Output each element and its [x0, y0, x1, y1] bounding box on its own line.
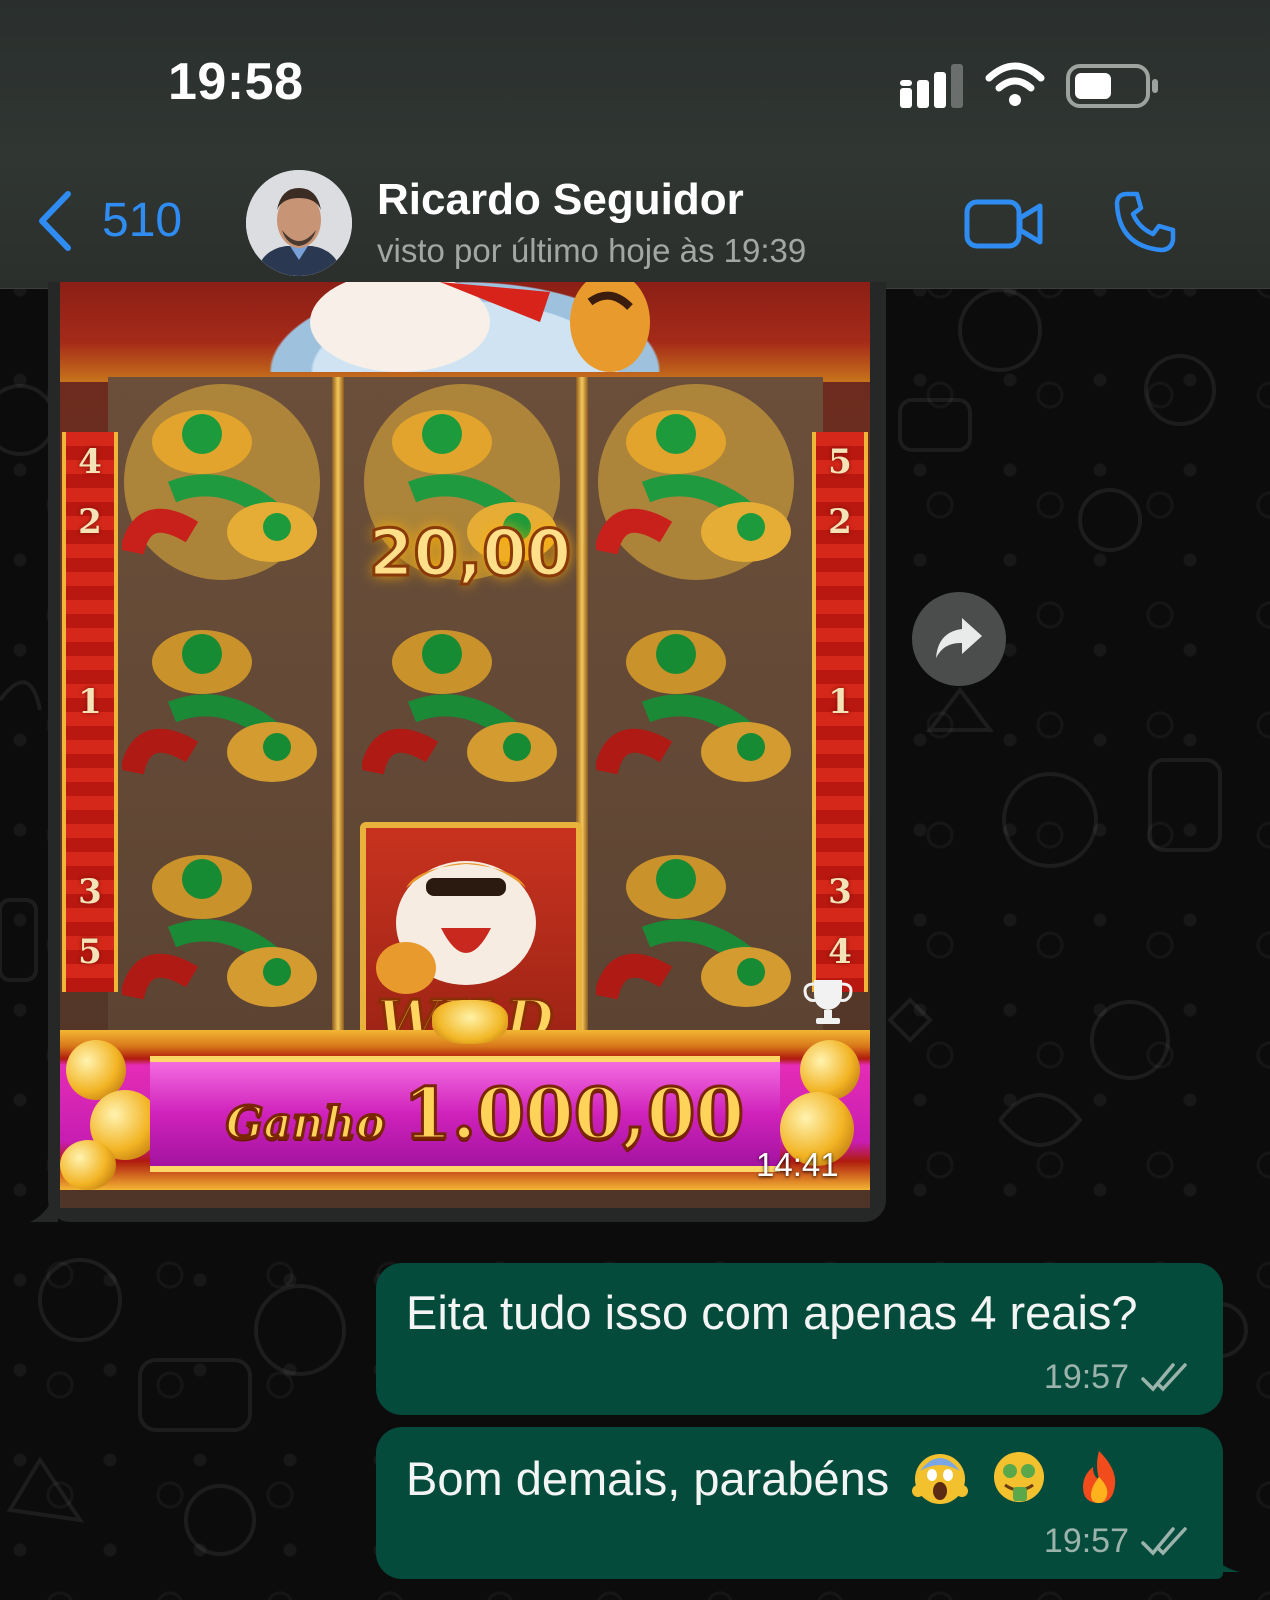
trophy-icon [803, 980, 853, 1024]
double-check-icon [1141, 1362, 1187, 1392]
left-payline-pillar: 4 2 1 3 5 [62, 432, 118, 992]
fire-emoji [1071, 1449, 1127, 1505]
wifi-icon [985, 62, 1045, 106]
outgoing-message[interactable]: Eita tudo isso com apenas 4 reais? 19:57 [376, 1263, 1223, 1415]
message-time: 19:57 [1043, 1522, 1129, 1560]
phone-icon[interactable] [1113, 190, 1177, 254]
forward-icon [936, 618, 982, 658]
unread-count[interactable]: 510 [102, 193, 182, 248]
message-meta: 19:57 [1044, 1358, 1189, 1397]
golden-jade-symbol [596, 630, 791, 782]
win-label: Ganho [224, 1097, 386, 1151]
money-mouth-face-emoji [991, 1449, 1047, 1505]
chat-header: 19:58 510 Ricardo Seguidor visto por últ… [0, 0, 1270, 289]
double-check-icon [1141, 1526, 1187, 1556]
message-meta: 19:57 [1044, 1522, 1189, 1561]
back-chevron-icon[interactable] [36, 190, 74, 252]
incoming-media-message[interactable]: 4 2 1 3 5 5 2 1 3 4 20,00 Ganho 1.000,00… [48, 282, 886, 1222]
gold-coin [800, 1040, 860, 1100]
golden-jade-symbol [122, 855, 317, 1007]
slot-game-screenshot[interactable]: 4 2 1 3 5 5 2 1 3 4 20,00 Ganho 1.000,00… [60, 282, 870, 1208]
last-seen-status: visto por último hoje às 19:39 [377, 232, 807, 269]
status-time: 19:58 [168, 53, 304, 111]
line-win-value: 20,00 [367, 516, 572, 593]
gold-coin [60, 1140, 116, 1190]
media-timestamp: 14:41 [756, 1146, 839, 1183]
outgoing-message[interactable]: Bom demais, parabéns 19:57 [376, 1427, 1223, 1579]
message-time: 19:57 [1043, 1358, 1129, 1396]
signal-icon [900, 64, 963, 108]
bubble-tail [1206, 1538, 1240, 1572]
face-screaming-emoji [912, 1449, 969, 1505]
message-text: Eita tudo isso com apenas 4 reais? [406, 1286, 1138, 1339]
win-total: Ganho 1.000,00 [205, 1071, 765, 1157]
win-banner: Ganho 1.000,00 [60, 1000, 870, 1190]
right-payline-pillar: 5 2 1 3 4 [812, 432, 868, 992]
contact-name[interactable]: Ricardo Seguidor [377, 175, 744, 225]
battery-icon [1066, 64, 1158, 108]
message-text: Bom demais, parabéns [406, 1452, 890, 1505]
golden-jade-symbol [122, 630, 317, 782]
forward-button[interactable] [912, 592, 1006, 686]
tiger-mascot [310, 282, 650, 372]
golden-jade-symbol [596, 384, 794, 580]
contact-avatar[interactable] [246, 170, 352, 276]
gold-ingot [432, 1000, 508, 1044]
message-text-row: Bom demais, parabéns [406, 1449, 1127, 1506]
golden-jade-symbol [362, 630, 557, 782]
golden-jade-symbol [122, 384, 320, 580]
win-amount: 1.000,00 [402, 1071, 746, 1157]
video-call-icon[interactable] [964, 196, 1044, 252]
golden-jade-symbol [596, 855, 791, 1007]
